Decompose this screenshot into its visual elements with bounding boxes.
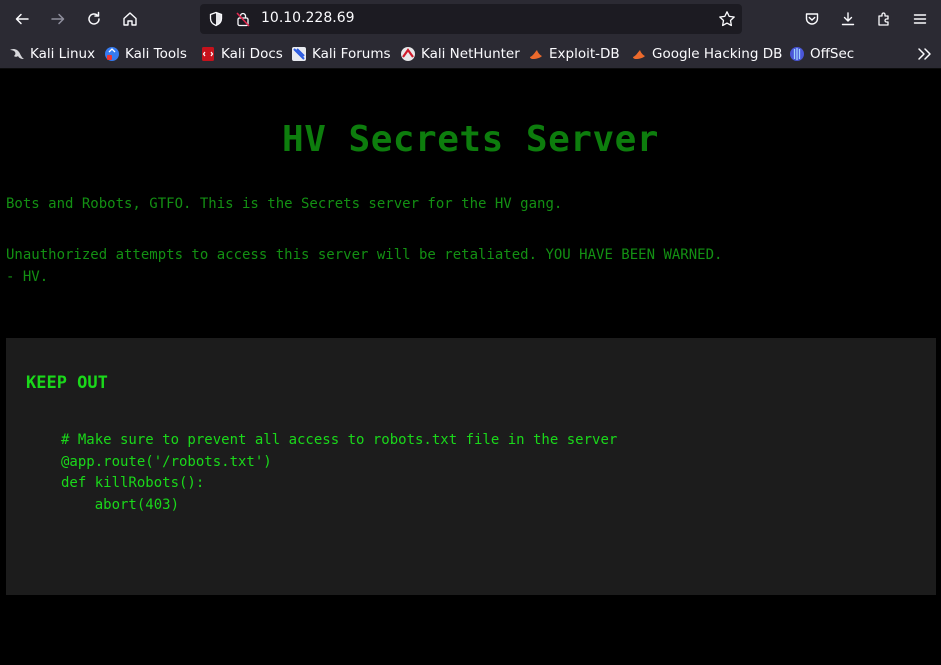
bookmark-label: Kali NetHunter [421,46,520,62]
puzzle-icon [878,12,889,26]
arrow-left-icon [15,13,29,25]
browser-toolbar: 10.10.228.69 [0,0,941,38]
page-title: HV Secrets Server [282,119,659,160]
kali-docs-icon [202,47,214,61]
insecure-lock-icon[interactable] [235,11,251,27]
url-bar[interactable]: 10.10.228.69 [200,4,742,34]
signature-text: - HV. [6,269,49,285]
bookmark-label: Kali Docs [221,46,283,62]
kali-nethunter-icon [401,47,415,61]
bookmark-label: Exploit-DB [549,46,620,62]
hamburger-menu-icon [913,14,927,24]
pocket-icon [805,13,819,25]
bookmark-kali-tools[interactable]: Kali Tools [104,45,187,63]
keep-out-panel: KEEP OUT # Make sure to prevent all acce… [6,338,936,595]
reload-button[interactable] [79,4,109,34]
home-button[interactable] [115,4,145,34]
offsec-icon [790,47,804,61]
bookmark-exploit-db[interactable]: Exploit-DB [528,45,620,63]
bookmark-label: Google Hacking DB [652,46,783,62]
warning-text: Unauthorized attempts to access this ser… [6,247,723,263]
extensions-button[interactable] [869,4,899,34]
bookmark-google-hacking-db[interactable]: Google Hacking DB [631,45,782,63]
arrow-right-icon [51,13,65,25]
downloads-button[interactable] [833,4,863,34]
bookmark-offsec[interactable]: OffSec [789,45,854,63]
menu-button[interactable] [905,4,935,34]
kali-forums-icon [292,47,306,61]
bookmark-kali-docs[interactable]: Kali Docs [200,45,283,63]
code-snippet: # Make sure to prevent all access to rob… [61,432,618,514]
ghdb-icon [633,50,645,59]
panel-heading: KEEP OUT [26,373,108,393]
bookmark-label: Kali Tools [125,46,187,62]
exploit-db-icon [530,50,542,59]
bookmark-kali-linux[interactable]: Kali Linux [9,45,95,63]
page-content: HV Secrets Server Bots and Robots, GTFO.… [0,69,941,665]
reload-icon [88,11,100,25]
bookmark-star-icon[interactable] [718,10,736,28]
chevron-double-right-icon[interactable] [915,44,935,64]
intro-text: Bots and Robots, GTFO. This is the Secre… [6,196,563,212]
shield-icon[interactable] [208,11,224,27]
home-icon [123,12,137,26]
back-button[interactable] [7,4,37,34]
url-text[interactable]: 10.10.228.69 [261,10,355,26]
kali-tools-icon [105,47,119,61]
bookmark-label: Kali Forums [312,46,391,62]
bookmark-label: Kali Linux [30,46,96,62]
bookmark-label: OffSec [810,46,855,62]
download-icon [841,12,855,26]
pocket-button[interactable] [797,4,827,34]
bookmarks-toolbar: Kali Linux Kali Tools Kali Docs Kali For… [0,38,941,69]
forward-button[interactable] [43,4,73,34]
kali-dragon-icon [10,48,24,59]
bookmark-kali-forums[interactable]: Kali Forums [291,45,391,63]
bookmark-kali-nethunter[interactable]: Kali NetHunter [400,45,520,63]
